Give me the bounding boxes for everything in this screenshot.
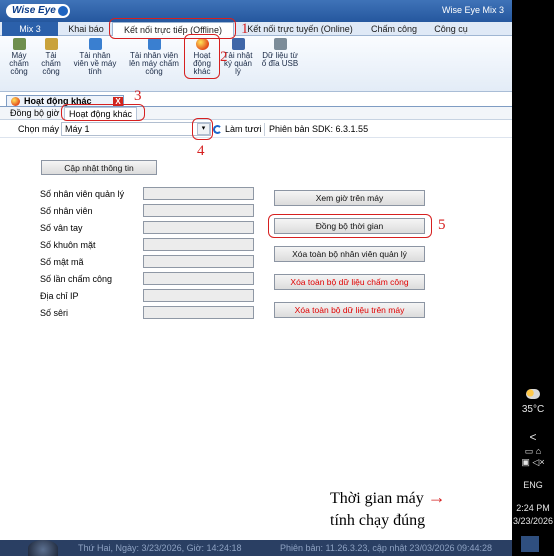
refresh-icon[interactable] [213,125,222,134]
tab-online[interactable]: Kết nối trực tuyến (Online) [240,22,360,36]
field-label: Địa chỉ IP [40,291,79,301]
field-label: Số mật mã [40,257,84,267]
annotation-note: Thời gian máy → tính chạy đúng [330,486,510,532]
user-upload-icon [147,38,161,50]
annotation-number-2: 2 [220,49,228,65]
update-info-button[interactable]: Cập nhật thông tin [41,160,157,175]
tab-khai-bao[interactable]: Khai báo [62,22,110,36]
ip-address-field [143,289,254,302]
clock-date[interactable]: 3/23/2026 [512,516,554,526]
annotation-box-2 [184,34,220,79]
field-label: Số lần chấm công [40,274,113,284]
app-window: Wise Eye Wise Eye Mix 3 Mix 3 Khai báo K… [0,0,512,556]
attendance-count-field [143,272,254,285]
windows-taskbar: 35°C < ▭ ⌂ ▣ ◁× ENG 2:24 PM 3/23/2026 [512,0,554,556]
app-title: Wise Eye Mix 3 [441,5,504,15]
log-icon [231,38,245,50]
annotation-number-1: 1 [241,21,249,37]
ribbon-tai-nv-ve-may-tinh-button[interactable]: Tải nhân viên về máy tính [68,38,122,76]
machine-select[interactable]: Máy 1 [61,122,211,136]
weather-icon[interactable] [526,389,540,399]
language-indicator[interactable]: ENG [512,480,554,490]
annotation-box-5 [268,214,432,238]
sdk-version: Phiên bản SDK: 6.3.1.55 [269,124,369,134]
avatar [28,540,58,556]
password-count-field [143,255,254,268]
arrow-right-icon: → [427,487,446,507]
title-bar: Wise Eye Wise Eye Mix 3 [0,0,512,22]
annotation-number-4: 4 [197,143,205,159]
delete-all-data-button[interactable]: Xóa toàn bộ dữ liệu trên máy [274,302,425,318]
staff-admin-count-field [143,187,254,200]
choose-machine-label: Chọn máy [18,124,60,134]
tab-mix3[interactable]: Mix 3 [2,22,58,36]
status-bar: Thứ Hai, Ngày: 3/23/2026, Giờ: 14:24:18 … [0,540,512,556]
user-download-icon [88,38,102,50]
ribbon-may-cham-cong-button[interactable]: Máy chấm công [5,38,33,76]
download-icon [44,38,58,50]
note-line-1: Thời gian máy → [330,487,446,507]
serial-field [143,306,254,319]
ribbon-tai-nv-len-may-button[interactable]: Tải nhân viên lên máy chấm công [125,38,183,76]
field-label: Số vân tay [40,223,83,233]
note-line-2: tính chạy đúng [330,512,426,529]
field-label: Số nhân viên [40,206,93,216]
tab-cham-cong[interactable]: Chấm công [366,22,422,36]
field-label: Số khuôn mặt [40,240,96,250]
tab-cong-cu[interactable]: Công cụ [428,22,474,36]
notification-icon[interactable] [521,536,539,552]
status-datetime: Thứ Hai, Ngày: 3/23/2026, Giờ: 14:24:18 [78,543,242,553]
activity-icon [11,97,20,106]
ribbon-usb-button[interactable]: Dữ liệu từ ổ đĩa USB [258,38,302,68]
usb-icon [273,38,287,50]
delete-attendance-button[interactable]: Xóa toàn bộ dữ liệu chấm công [274,274,425,290]
subtab-dong-bo-gio[interactable]: Đồng bộ giờ [10,107,59,120]
annotation-box-4 [192,118,213,140]
view-machine-time-button[interactable]: Xem giờ trên máy [274,190,425,206]
clock-time[interactable]: 2:24 PM [512,503,554,513]
toolbar-divider [264,123,265,136]
ribbon-tai-cham-cong-button[interactable]: Tải chấm công [37,38,65,76]
app-logo: Wise Eye [6,4,70,18]
annotation-number-3: 3 [134,88,142,104]
refresh-button[interactable]: Làm tươi [225,124,261,134]
annotation-number-5: 5 [438,217,446,233]
clock-machine-icon [12,38,26,50]
main-tab-bar: Mix 3 Khai báo Kết nối trực tiếp (Offlin… [0,22,512,36]
staff-count-field [143,204,254,217]
field-label: Số nhân viên quản lý [40,189,125,199]
chevron-up-icon[interactable]: < [512,430,554,444]
network-volume-icons[interactable]: ▭ ⌂ ▣ ◁× [512,446,554,468]
field-label: Số sêri [40,308,69,318]
status-version: Phiên bản: 11.26.3.23, cập nhật 23/03/20… [280,543,493,553]
face-count-field [143,238,254,251]
temperature[interactable]: 35°C [512,404,554,415]
ribbon-toolbar: Máy chấm công Tải chấm công Tải nhân viên về … [0,36,512,92]
machine-toolbar: Chọn máy Máy 1 ▾ Làm tươi Phiên bản SDK:… [0,121,512,138]
delete-admins-button[interactable]: Xóa toàn bộ nhân viên quản lý [274,246,425,262]
annotation-box-3 [61,104,145,121]
fingerprint-count-field [143,221,254,234]
